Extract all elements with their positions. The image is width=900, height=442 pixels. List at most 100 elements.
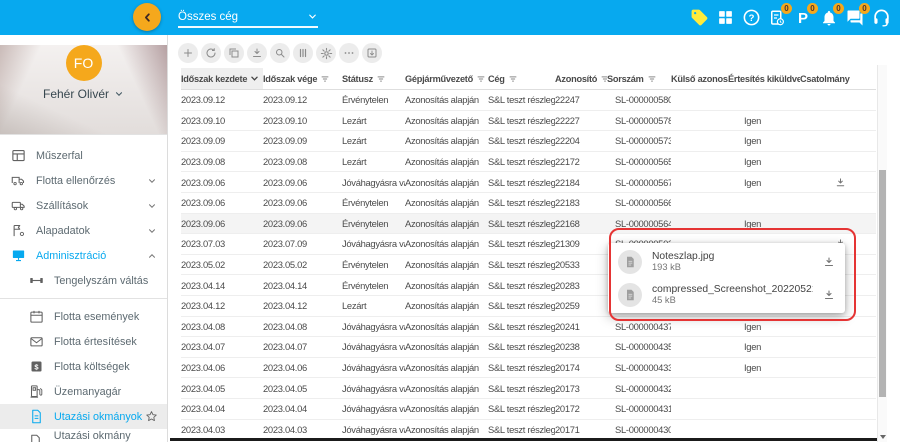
settings-gear-button[interactable] — [316, 43, 336, 63]
apps-grid-icon[interactable] — [714, 7, 736, 29]
filter-icon — [600, 74, 607, 84]
sidebar-item-administration[interactable]: Adminisztráció — [0, 243, 167, 268]
cell-id: 20241 — [555, 321, 607, 332]
tag-icon[interactable] — [688, 7, 710, 29]
export-button[interactable] — [362, 43, 382, 63]
cell-driver: Azonosítás alapján — [405, 362, 488, 373]
more-button[interactable] — [339, 43, 359, 63]
column-header-notification-sent[interactable]: Értesítés kiküldve — [728, 68, 800, 89]
cell-serial: SL-000000432 — [607, 383, 671, 394]
sidebar-item-travel-documents[interactable]: Utazási okmányok — [0, 404, 167, 429]
column-header-attachment[interactable]: Csatolmány — [800, 68, 850, 89]
column-header-company[interactable]: Cég — [488, 68, 555, 89]
column-header-serial[interactable]: Sorszám — [607, 68, 671, 89]
cell-status: Lezárt — [342, 115, 405, 126]
sidebar-item-fleet-events[interactable]: Flotta események — [0, 304, 167, 329]
cell-driver: Azonosítás alapján — [405, 424, 488, 435]
user-menu[interactable]: Fehér Olivér — [0, 87, 167, 101]
sidebar-item-axle-change[interactable]: Tengelyszám váltás — [0, 268, 167, 293]
cell-serial: SL-000000437 — [607, 321, 671, 332]
column-header-period-start[interactable]: Időszak kezdete — [181, 68, 263, 89]
cell-period-start: 2023.04.08 — [181, 321, 263, 332]
cell-period-start: 2023.04.05 — [181, 383, 263, 394]
table-row[interactable]: 2023.04.08 2023.04.08 Jóváhagyásra vár A… — [181, 317, 876, 338]
sidebar-item-fleet-costs[interactable]: $ Flotta költségek — [0, 354, 167, 379]
table-row[interactable]: 2023.04.06 2023.04.06 Jóváhagyásra vár A… — [181, 358, 876, 379]
cell-period-start: 2023.09.06 — [181, 218, 263, 229]
cell-notification-sent: Igen — [728, 135, 800, 146]
attachment-file-item[interactable]: Noteszlap.jpg 193 kB — [608, 245, 845, 278]
column-header-period-end[interactable]: Időszak vége — [263, 68, 342, 89]
chevron-down-icon — [147, 226, 157, 236]
sidebar: FO Fehér Olivér Műszerfal Flotta ellenőr… — [0, 35, 168, 442]
table-row[interactable]: 2023.04.07 2023.04.07 Jóváhagyásra vár A… — [181, 337, 876, 358]
table-row[interactable]: 2023.04.04 2023.04.04 Jóváhagyásra vár A… — [181, 399, 876, 420]
vertical-scrollbar[interactable] — [877, 65, 887, 442]
cell-id: 20174 — [555, 362, 607, 373]
cell-period-start: 2023.04.06 — [181, 362, 263, 373]
download-file-icon[interactable] — [823, 289, 835, 301]
sidebar-item-fuel-price[interactable]: Üzemanyagár — [0, 379, 167, 404]
table-row[interactable]: 2023.09.09 2023.09.09 Lezárt Azonosítás … — [181, 131, 876, 152]
sidebar-item-fleet-check[interactable]: Flotta ellenőrzés — [0, 168, 167, 193]
star-icon[interactable] — [145, 410, 158, 423]
table-row[interactable]: 2023.09.10 2023.09.10 Lezárt Azonosítás … — [181, 111, 876, 132]
support-headset-icon[interactable] — [870, 7, 892, 29]
cell-driver: Azonosítás alapján — [405, 238, 488, 249]
column-header-driver[interactable]: Gépjárművezető — [405, 68, 488, 89]
notifications-bell-icon[interactable]: 0 — [818, 7, 840, 29]
cell-driver: Azonosítás alapján — [405, 115, 488, 126]
parking-icon[interactable]: P 0 — [792, 7, 814, 29]
cell-notification-sent: Igen — [728, 177, 800, 188]
chevron-down-icon — [147, 201, 157, 211]
scrollbar-down-arrow[interactable] — [880, 435, 886, 439]
table-row[interactable]: 2023.09.06 2023.09.06 Érvénytelen Azonos… — [181, 214, 876, 235]
cell-id: 22204 — [555, 135, 607, 146]
column-header-status[interactable]: Státusz — [342, 68, 405, 89]
back-button[interactable] — [133, 3, 161, 31]
duplicate-button[interactable] — [224, 43, 244, 63]
cell-driver: Azonosítás alapján — [405, 156, 488, 167]
table-row[interactable]: 2023.09.12 2023.09.12 Érvénytelen Azonos… — [181, 90, 876, 111]
add-button[interactable] — [178, 43, 198, 63]
table-row[interactable]: 2023.09.06 2023.09.06 Érvénytelen Azonos… — [181, 193, 876, 214]
sidebar-item-travel-document-types[interactable]: Utazási okmány típusok — [0, 429, 167, 442]
cell-status: Érvénytelen — [342, 197, 405, 208]
sidebar-item-master-data[interactable]: Alapadatok — [0, 218, 167, 243]
download-button[interactable] — [247, 43, 267, 63]
avatar[interactable]: FO — [66, 45, 102, 81]
cell-period-start: 2023.09.08 — [181, 156, 263, 167]
help-icon[interactable]: ? — [740, 7, 762, 29]
company-selector[interactable]: Összes cég — [178, 7, 318, 28]
cell-company: S&L teszt részleg — [488, 383, 555, 394]
cell-period-start: 2023.09.06 — [181, 197, 263, 208]
sidebar-item-dashboard[interactable]: Műszerfal — [0, 143, 167, 168]
download-attachment-icon[interactable] — [835, 177, 846, 188]
cell-id: 22247 — [555, 94, 607, 105]
cell-period-start: 2023.09.10 — [181, 115, 263, 126]
tasks-icon[interactable]: 0 — [766, 7, 788, 29]
table-header: Időszak kezdete Időszak vége Státusz Gép… — [181, 68, 876, 90]
download-file-icon[interactable] — [823, 256, 835, 268]
attachment-file-name: compressed_Screenshot_20220521-1... — [652, 284, 813, 295]
cell-serial: SL-000000578 — [607, 115, 671, 126]
dashboard-icon — [10, 148, 26, 163]
table-row[interactable]: 2023.04.03 2023.04.03 Jóváhagyásra vár A… — [181, 420, 876, 441]
sidebar-item-fleet-notifications[interactable]: Flotta értesítések — [0, 329, 167, 354]
refresh-button[interactable] — [201, 43, 221, 63]
table-row[interactable]: 2023.09.06 2023.09.06 Jóváhagyásra vár A… — [181, 172, 876, 193]
chevron-up-icon — [147, 251, 157, 261]
search-button[interactable] — [270, 43, 290, 63]
messages-icon[interactable]: 0 — [844, 7, 866, 29]
columns-button[interactable] — [293, 43, 313, 63]
attachment-file-item[interactable]: compressed_Screenshot_20220521-1... 45 k… — [608, 278, 845, 311]
cell-driver: Azonosítás alapján — [405, 259, 488, 270]
column-header-id[interactable]: Azonosító — [555, 68, 607, 89]
column-header-external-id[interactable]: Külső azonosító — [671, 68, 728, 89]
table-row[interactable]: 2023.04.05 2023.04.05 Jóváhagyásra vár A… — [181, 378, 876, 399]
sidebar-item-shipments[interactable]: Szállítások — [0, 193, 167, 218]
chevron-down-icon — [147, 176, 157, 186]
scrollbar-thumb[interactable] — [879, 170, 886, 397]
table-row[interactable]: 2023.09.08 2023.09.08 Lezárt Azonosítás … — [181, 152, 876, 173]
attachment-popup: Noteszlap.jpg 193 kB compressed_Screensh… — [608, 243, 845, 313]
